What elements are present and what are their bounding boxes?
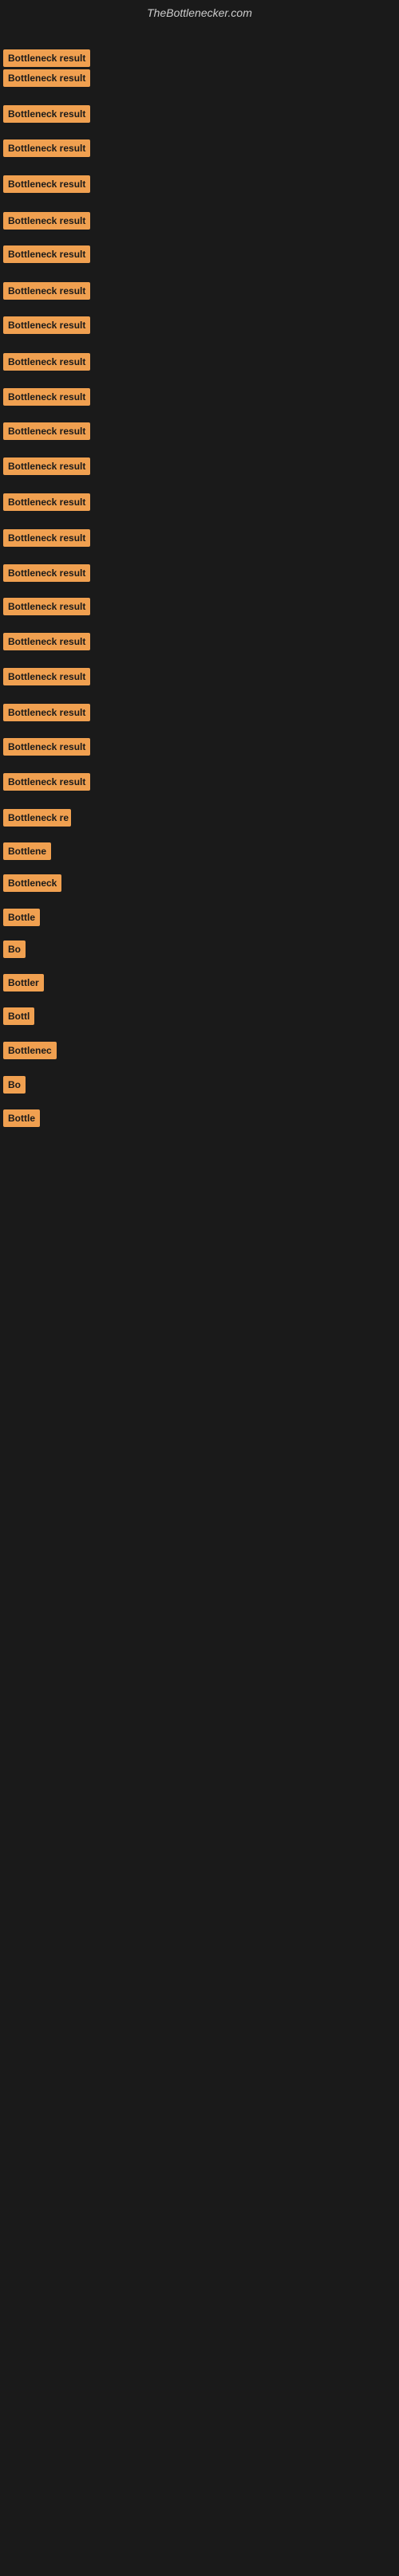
bottleneck-badge-13[interactable]: Bottleneck result — [3, 457, 90, 475]
bottleneck-badge-26[interactable]: Bottle — [3, 909, 40, 926]
bottleneck-badge-1[interactable]: Bottleneck result — [3, 49, 90, 67]
bottleneck-badge-20[interactable]: Bottleneck result — [3, 704, 90, 721]
bottleneck-badge-10[interactable]: Bottleneck result — [3, 353, 90, 371]
badges-container: Bottleneck result Bottleneck result Bottle… — [0, 26, 399, 2576]
bottleneck-badge-4[interactable]: Bottleneck result — [3, 139, 90, 157]
bottleneck-badge-15[interactable]: Bottleneck result — [3, 529, 90, 547]
bottleneck-badge-29[interactable]: Bottl — [3, 1007, 34, 1025]
bottleneck-badge-32[interactable]: Bottle — [3, 1109, 40, 1127]
bottleneck-badge-23[interactable]: Bottleneck re — [3, 809, 71, 827]
bottleneck-badge-27[interactable]: Bo — [3, 940, 26, 958]
bottleneck-badge-7[interactable]: Bottleneck result — [3, 245, 90, 263]
bottleneck-badge-2[interactable]: Bottleneck result — [3, 69, 90, 87]
bottleneck-badge-22[interactable]: Bottleneck result — [3, 773, 90, 791]
bottleneck-badge-21[interactable]: Bottleneck result — [3, 738, 90, 756]
bottleneck-badge-31[interactable]: Bo — [3, 1076, 26, 1094]
bottleneck-badge-5[interactable]: Bottleneck result — [3, 175, 90, 193]
bottleneck-badge-25[interactable]: Bottleneck — [3, 874, 61, 892]
page-container: TheBottlenecker.com Bottleneck resultBot… — [0, 0, 399, 2576]
bottleneck-badge-6[interactable]: Bottleneck result — [3, 212, 90, 230]
bottleneck-badge-8[interactable]: Bottleneck result — [3, 282, 90, 300]
bottleneck-badge-11[interactable]: Bottleneck result — [3, 388, 90, 406]
bottleneck-badge-24[interactable]: Bottlene — [3, 842, 51, 860]
bottleneck-badge-28[interactable]: Bottler — [3, 974, 44, 992]
bottleneck-badge-16[interactable]: Bottleneck result — [3, 564, 90, 582]
bottleneck-badge-3[interactable]: Bottleneck result — [3, 105, 90, 123]
bottleneck-badge-12[interactable]: Bottleneck result — [3, 422, 90, 440]
site-title: TheBottlenecker.com — [0, 0, 399, 26]
bottleneck-badge-18[interactable]: Bottleneck result — [3, 633, 90, 650]
bottleneck-badge-9[interactable]: Bottleneck result — [3, 316, 90, 334]
bottleneck-badge-30[interactable]: Bottlenec — [3, 1042, 57, 1059]
bottleneck-badge-17[interactable]: Bottleneck result — [3, 598, 90, 615]
bottleneck-badge-14[interactable]: Bottleneck result — [3, 493, 90, 511]
bottleneck-badge-19[interactable]: Bottleneck result — [3, 668, 90, 685]
